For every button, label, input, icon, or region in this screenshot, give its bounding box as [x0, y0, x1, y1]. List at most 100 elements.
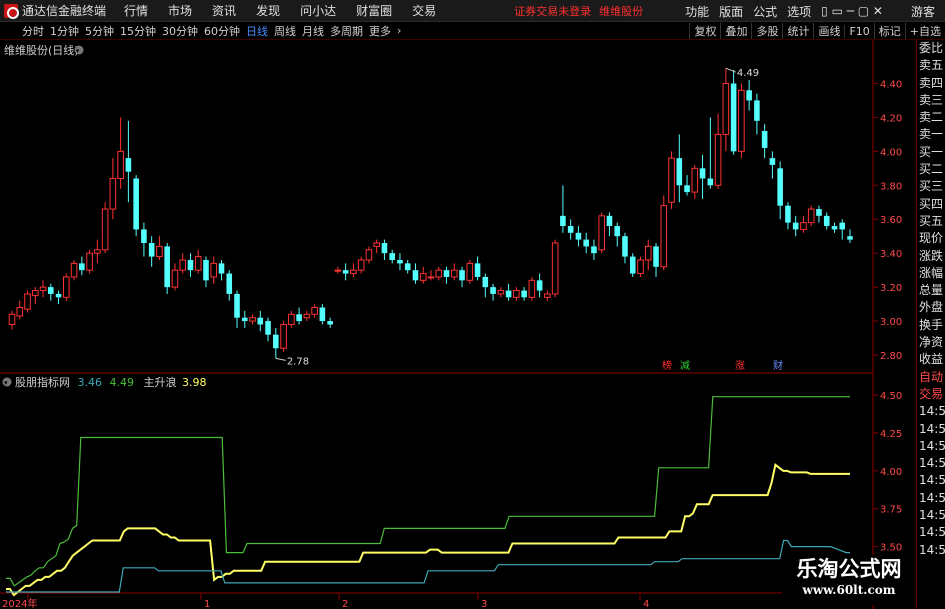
period-multi[interactable]: 多周期	[327, 23, 366, 39]
candle-body	[48, 287, 54, 294]
candle-body	[823, 215, 830, 227]
candle-body	[141, 229, 147, 244]
menu-caifuquan[interactable]: 财富圈	[356, 2, 392, 19]
tool-duogu[interactable]: 多股	[751, 23, 782, 39]
period-60min[interactable]: 60分钟	[201, 23, 243, 39]
side-tick-time: 14:56	[919, 421, 945, 436]
tool-biaoji[interactable]: 标记	[873, 23, 905, 39]
kline-chart[interactable]: 4.40 4.20 4.00 3.80 3.60 3.40 3.20 3.00 2.80 4.5…	[0, 40, 916, 609]
period-fenshi[interactable]: 分时	[0, 23, 47, 39]
side-item[interactable]: 卖五	[917, 57, 945, 74]
side-item[interactable]: 买一	[917, 144, 945, 161]
menu-wenxiaoda[interactable]: 问小达	[300, 2, 336, 19]
side-item[interactable]: 买五	[917, 213, 945, 230]
guest-label[interactable]: 游客	[911, 3, 935, 20]
candle-body	[792, 222, 799, 230]
menu-jiaoyi[interactable]: 交易	[412, 2, 436, 19]
candle-body	[684, 185, 690, 193]
side-item[interactable]: 外盘	[917, 299, 945, 316]
candle-body	[55, 293, 62, 298]
side-auto-trade[interactable]: 交易	[917, 386, 945, 403]
side-item[interactable]: 卖四	[917, 75, 945, 92]
period-weekly[interactable]: 周线	[271, 23, 299, 39]
period-15min[interactable]: 15分钟	[117, 23, 159, 39]
candle-body	[164, 246, 170, 288]
candle-body	[459, 270, 465, 281]
candle-body	[730, 83, 737, 152]
candle-body	[707, 178, 714, 186]
side-item[interactable]: 卖三	[917, 92, 945, 109]
candle-body	[660, 205, 668, 268]
tag-cai[interactable]: 财	[773, 359, 783, 372]
period-30min[interactable]: 30分钟	[159, 23, 201, 39]
tool-tongji[interactable]: 统计	[782, 23, 813, 39]
side-item[interactable]: 总量	[917, 282, 945, 299]
menu-zixun[interactable]: 资讯	[212, 2, 236, 19]
candle-body	[365, 249, 373, 261]
main-ytick-label: 3.40	[880, 249, 902, 260]
side-item[interactable]: 买四	[917, 196, 945, 213]
menu-faxian[interactable]: 发现	[256, 2, 280, 19]
candle-body	[319, 307, 326, 322]
window-buttons-icon[interactable]: ▯ ▭ ─ ▢ ✕	[821, 4, 883, 18]
candle-body	[24, 293, 31, 310]
candle-body	[311, 307, 318, 315]
candle-body	[148, 243, 155, 257]
side-tick-time: 14:56	[919, 404, 945, 419]
side-item[interactable]: 委比	[917, 40, 945, 57]
candle-body	[210, 262, 218, 278]
menu-xuanxiang[interactable]: 选项	[787, 3, 811, 20]
side-item[interactable]: 收益	[917, 351, 945, 368]
candle-body	[419, 273, 427, 281]
menu-shichang[interactable]: 市场	[168, 2, 192, 19]
tool-diejia[interactable]: 叠加	[720, 23, 751, 39]
side-item[interactable]: 现价	[917, 230, 945, 247]
side-item[interactable]: 涨跌	[917, 248, 945, 265]
candle-body	[606, 215, 613, 227]
side-item[interactable]: 买二	[917, 161, 945, 178]
app-logo-icon	[4, 3, 19, 19]
side-item[interactable]: 卖一	[917, 126, 945, 143]
candle-body	[342, 270, 349, 274]
side-item[interactable]: 卖二	[917, 109, 945, 126]
period-more[interactable]: 更多	[366, 23, 394, 39]
side-item[interactable]: 涨幅	[917, 265, 945, 282]
tool-fuquan[interactable]: 复权	[689, 23, 720, 39]
candle-body	[265, 321, 271, 335]
period-1min[interactable]: 1分钟	[47, 23, 82, 39]
menu-banmian[interactable]: 版面	[719, 3, 743, 20]
candle-body	[412, 270, 419, 281]
login-notice[interactable]: 证券交易未登录	[514, 3, 591, 19]
menu-gongneng[interactable]: 功能	[685, 3, 709, 20]
side-auto-trade[interactable]: 自动	[917, 369, 945, 386]
period-5min[interactable]: 5分钟	[82, 23, 117, 39]
candle-body	[334, 269, 342, 272]
tag-bang[interactable]: 榜	[662, 359, 672, 372]
period-daily[interactable]: 日线	[243, 23, 271, 39]
main-ytick-label: 3.80	[880, 181, 902, 192]
side-item[interactable]: 净资	[917, 334, 945, 351]
menu-gongshi[interactable]: 公式	[753, 3, 777, 20]
tool-f10[interactable]: F10	[844, 24, 873, 38]
candle-body	[754, 100, 760, 121]
side-item[interactable]: 换手	[917, 317, 945, 334]
side-tick-time: 14:56	[919, 438, 945, 453]
chevron-right-icon[interactable]: ›	[394, 24, 404, 37]
tool-huaxian[interactable]: 画线	[813, 23, 844, 39]
candle-body	[373, 242, 380, 247]
menu-hangqing[interactable]: 行情	[124, 2, 148, 19]
main-ytick-label: 3.00	[880, 317, 902, 328]
top-right-menu: 功能 版面 公式 选项 ▯ ▭ ─ ▢ ✕ 游客	[685, 0, 945, 22]
side-item[interactable]: 买三	[917, 178, 945, 195]
candle-body	[257, 317, 264, 325]
period-monthly[interactable]: 月线	[299, 23, 327, 39]
candle-body	[551, 242, 559, 295]
candle-body	[381, 243, 388, 254]
tool-zixuan[interactable]: +自选	[904, 23, 945, 39]
x-tick-label: 2024年	[2, 597, 37, 609]
candle-body	[218, 263, 225, 274]
tag-jian[interactable]: 减	[680, 360, 690, 372]
ind-ytick-label: 4.50	[880, 391, 902, 402]
candle-body	[560, 215, 566, 227]
tag-zhang[interactable]: 涨	[735, 360, 745, 372]
